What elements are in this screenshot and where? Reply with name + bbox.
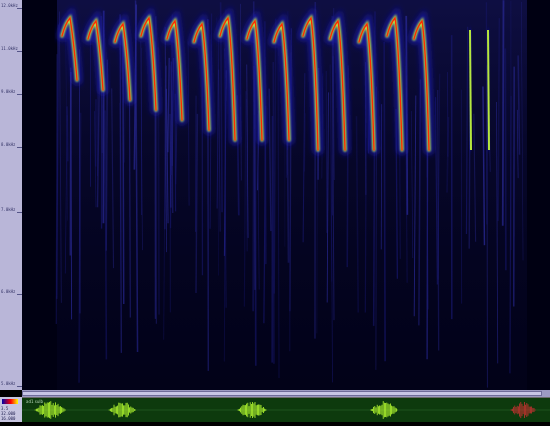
status-value: 16.000 xyxy=(1,416,21,421)
noise-streak xyxy=(503,0,504,226)
noise-streak xyxy=(79,49,80,313)
waveform-track[interactable]: ad1 sulb xyxy=(22,397,550,422)
frequency-ruler: 12.0kHz 11.0kHz 9.0kHz 8.0kHz 7.0kHz 6.0… xyxy=(0,0,23,390)
freq-tick: 5.0kHz xyxy=(1,381,22,391)
freq-tick: 8.0kHz xyxy=(1,142,22,152)
spectrogram-window: 12.0kHz 11.0kHz 9.0kHz 8.0kHz 7.0kHz 6.0… xyxy=(0,0,550,422)
noise-streak xyxy=(384,42,385,361)
waveform-label: ad1 sulb xyxy=(26,399,43,404)
spectrogram-canvas[interactable] xyxy=(22,0,550,390)
freq-tick: 9.0kHz xyxy=(1,89,22,99)
freq-tick: 11.0kHz xyxy=(1,46,22,56)
scrollbar-thumb[interactable] xyxy=(22,391,542,396)
call-trace xyxy=(488,30,489,150)
call-trace xyxy=(470,30,471,150)
noise-streak xyxy=(67,106,68,161)
freq-tick: 7.0kHz xyxy=(1,207,22,217)
noise-streak xyxy=(326,71,327,233)
noise-streak xyxy=(505,48,506,270)
status-panel: 3.5 32.000 16.000 xyxy=(0,397,22,422)
freq-tick: 12.0kHz xyxy=(1,3,22,13)
spectrogram-image xyxy=(22,0,550,390)
noise-streak xyxy=(273,62,274,364)
color-map-swatch[interactable] xyxy=(2,399,18,404)
waveform-plot xyxy=(22,398,550,422)
freq-tick: 6.0kHz xyxy=(1,289,22,299)
time-scrollbar[interactable] xyxy=(22,390,550,397)
